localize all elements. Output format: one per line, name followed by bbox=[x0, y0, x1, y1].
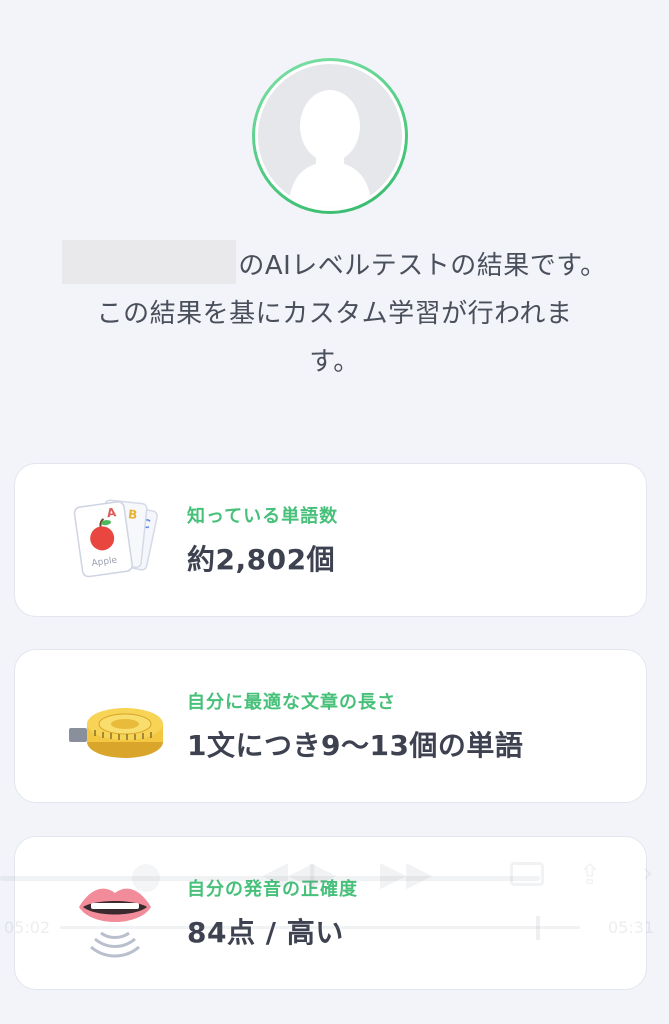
avatar bbox=[252, 58, 408, 214]
sentence-length-result-card[interactable]: 自分に最適な文章の長さ 1文につき9〜13個の単語 bbox=[14, 649, 647, 803]
card-value: 1文につき9〜13個の単語 bbox=[187, 729, 524, 762]
flashcards-icon: C B A Apple bbox=[73, 499, 158, 578]
tape-measure-icon bbox=[69, 708, 163, 758]
intro-line-3: す。 bbox=[309, 347, 360, 377]
intro-line-2: この結果を基にカスタム学習が行われま bbox=[96, 299, 573, 329]
card-value: 84点 / 高い bbox=[187, 916, 344, 949]
card-label: 自分の発音の正確度 bbox=[187, 879, 358, 900]
card-label: 自分に最適な文章の長さ bbox=[187, 692, 396, 713]
redacted-username bbox=[62, 240, 237, 284]
mouth-speaking-icon bbox=[79, 888, 151, 958]
pronunciation-result-card[interactable]: 自分の発音の正確度 84点 / 高い bbox=[14, 836, 647, 990]
result-intro: のAIレベルテストの結果です。 この結果を基にカスタム学習が行われま す。 bbox=[12, 240, 657, 386]
intro-line-1: のAIレベルテストの結果です。 bbox=[238, 251, 607, 281]
level-test-result-screen: のAIレベルテストの結果です。 この結果を基にカスタム学習が行われま す。 C … bbox=[0, 0, 669, 1024]
vocabulary-result-card[interactable]: C B A Apple 知っている単語数 約2,802個 bbox=[14, 463, 647, 617]
svg-text:B: B bbox=[127, 507, 138, 522]
card-value: 約2,802個 bbox=[187, 543, 336, 576]
user-silhouette-icon bbox=[258, 64, 402, 208]
card-label: 知っている単語数 bbox=[187, 506, 339, 527]
